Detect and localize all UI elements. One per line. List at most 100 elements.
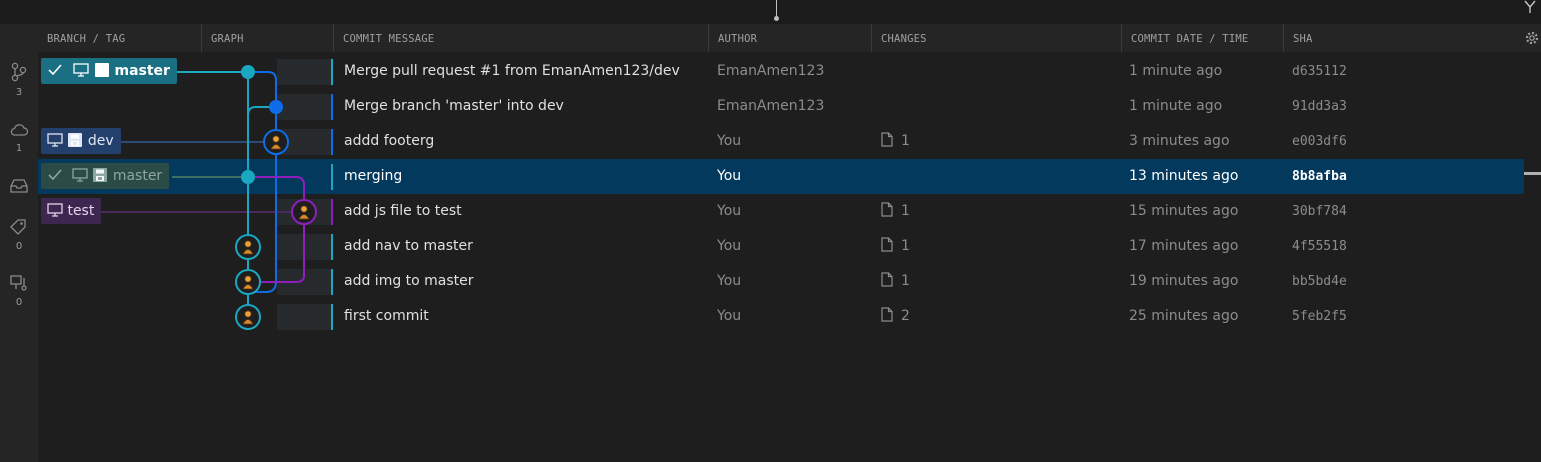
commit-date: 17 minutes ago <box>1129 238 1239 254</box>
tag-icon <box>10 219 26 235</box>
ref-dev[interactable]: dev <box>41 128 121 154</box>
col-branch-tag[interactable]: BRANCH / TAG <box>38 24 200 52</box>
gear-icon[interactable] <box>1525 31 1539 45</box>
merge-commit-dot[interactable] <box>241 65 255 79</box>
ref-label: master <box>112 168 163 184</box>
commit-sha: 30bf784 <box>1292 204 1347 219</box>
remotes-button[interactable]: 1 <box>8 122 30 154</box>
changes-count: 1 <box>901 133 910 149</box>
worktree-icon <box>10 275 27 291</box>
commit-author: You <box>717 238 742 254</box>
commit-message: add img to master <box>344 273 474 289</box>
commit-avatar[interactable] <box>291 199 317 225</box>
tags-button[interactable]: 0 <box>8 218 30 252</box>
changes-count: 2 <box>901 308 910 324</box>
commit-date: 25 minutes ago <box>1129 308 1239 324</box>
ref-label: master <box>114 63 170 79</box>
commit-message: first commit <box>344 308 429 324</box>
ref-master-remote[interactable]: master <box>41 163 170 189</box>
avatar-head <box>272 135 280 143</box>
commit-message: merging <box>344 168 403 184</box>
check-icon <box>48 168 62 180</box>
tags-count: 0 <box>15 241 23 252</box>
commit-changes <box>881 159 1121 194</box>
file-icon <box>881 272 893 287</box>
commit-changes: 1 <box>881 264 1121 299</box>
repository-icon <box>68 132 83 147</box>
commit-author: You <box>717 203 742 219</box>
worktrees-button[interactable]: 0 <box>8 274 30 308</box>
commit-date: 15 minutes ago <box>1129 203 1239 219</box>
commit-changes: 1 <box>881 229 1121 264</box>
commit-changes: 2 <box>881 299 1121 334</box>
commit-message: add js file to test <box>344 203 462 219</box>
col-graph[interactable]: GRAPH <box>201 24 333 52</box>
activity-bar: 3 1 0 0 <box>0 24 38 462</box>
column-header: BRANCH / TAG GRAPH COMMIT MESSAGE AUTHOR… <box>38 24 1541 52</box>
commit-graph <box>98 65 317 330</box>
commit-author: You <box>717 273 742 289</box>
commit-author: You <box>717 133 742 149</box>
commit-author: EmanAmen123 <box>717 63 825 79</box>
worktrees-count: 0 <box>15 297 23 308</box>
commit-changes <box>881 54 1121 89</box>
commit-sha: 4f55518 <box>1292 239 1347 254</box>
commit-date: 13 minutes ago <box>1129 168 1239 184</box>
check-icon <box>48 63 62 75</box>
commit-avatar[interactable] <box>263 129 289 155</box>
commit-changes <box>881 89 1121 124</box>
computer-icon <box>47 202 63 217</box>
file-icon <box>881 132 893 147</box>
commit-date: 3 minutes ago <box>1129 133 1230 149</box>
branches-button[interactable]: 3 <box>8 62 30 98</box>
commit-author: You <box>717 168 742 184</box>
col-commit-message[interactable]: COMMIT MESSAGE <box>333 24 708 52</box>
divider-knob <box>774 16 779 21</box>
changes-count: 1 <box>901 238 910 254</box>
changes-count: 1 <box>901 203 910 219</box>
top-bar <box>0 0 1541 24</box>
file-icon <box>881 237 893 252</box>
commit-sha: 91dd3a3 <box>1292 99 1347 114</box>
ref-label: dev <box>87 133 114 149</box>
avatar-head <box>244 310 252 318</box>
avatar-head <box>244 240 252 248</box>
cloud-icon <box>10 124 29 136</box>
commit-date: 19 minutes ago <box>1129 273 1239 289</box>
commit-message: addd footerg <box>344 133 435 149</box>
col-sha[interactable]: SHA <box>1283 24 1483 52</box>
branch-icon <box>11 62 27 82</box>
col-commit-date[interactable]: COMMIT DATE / TIME <box>1121 24 1283 52</box>
stashes-button[interactable] <box>8 178 30 199</box>
branches-count: 3 <box>15 87 23 98</box>
commit-avatar[interactable] <box>235 269 261 295</box>
computer-icon <box>72 167 88 182</box>
commit-sha: 8b8afba <box>1292 169 1347 184</box>
commit-changes: 1 <box>881 124 1121 159</box>
avatar-head <box>300 205 308 213</box>
commit-author: You <box>717 308 742 324</box>
filter-icon[interactable] <box>1523 0 1537 14</box>
scrollbar-marker[interactable] <box>1524 172 1541 175</box>
commit-date: 1 minute ago <box>1129 63 1223 79</box>
ref-label: test <box>67 203 95 219</box>
repository-icon <box>93 167 108 182</box>
commit-changes: 1 <box>881 194 1121 229</box>
commit-sha: 5feb2f5 <box>1292 309 1347 324</box>
changes-count: 1 <box>901 273 910 289</box>
commit-date: 1 minute ago <box>1129 98 1223 114</box>
file-icon <box>881 307 893 322</box>
commit-message: add nav to master <box>344 238 473 254</box>
commit-avatar[interactable] <box>235 304 261 330</box>
commit-sha: e003df6 <box>1292 134 1347 149</box>
merge-commit-dot[interactable] <box>269 100 283 114</box>
avatar-head <box>244 275 252 283</box>
ref-test[interactable]: test <box>41 198 102 224</box>
col-author[interactable]: AUTHOR <box>708 24 872 52</box>
commit-author: EmanAmen123 <box>717 98 825 114</box>
repository-icon <box>94 62 109 77</box>
col-changes[interactable]: CHANGES <box>871 24 1121 52</box>
ref-master-current[interactable]: master <box>41 58 177 84</box>
merge-commit-dot[interactable] <box>241 170 255 184</box>
commit-avatar[interactable] <box>235 234 261 260</box>
